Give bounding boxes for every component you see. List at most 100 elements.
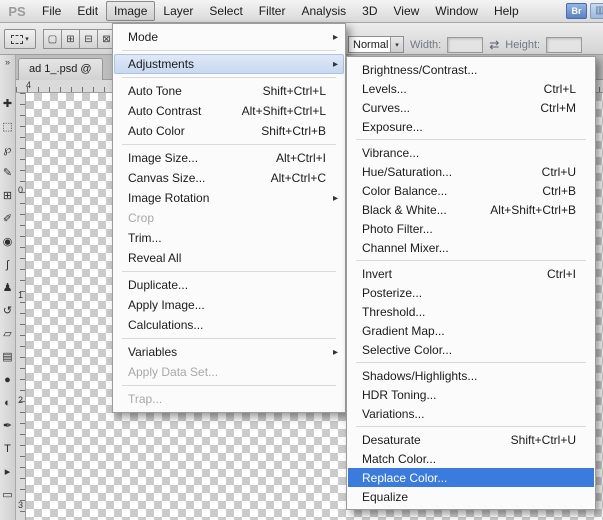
launch-bridge-button[interactable]: Br: [566, 3, 587, 19]
menu-item-shortcut: Ctrl+B: [542, 183, 576, 198]
menu-item-shadows-highlights[interactable]: Shadows/Highlights...: [348, 366, 594, 385]
menu-item-image-size[interactable]: Image Size... Alt+Ctrl+I: [114, 148, 344, 168]
menubar-item-view[interactable]: View: [385, 0, 427, 22]
combo-arrow-icon: ▾: [390, 37, 403, 52]
rectangle-tool[interactable]: ▭: [0, 483, 15, 506]
history-brush-tool[interactable]: ↺: [0, 299, 15, 322]
move-tool[interactable]: ✚: [0, 92, 15, 115]
menu-item-hdr-toning[interactable]: HDR Toning...: [348, 385, 594, 404]
menu-item-reveal-all[interactable]: Reveal All: [114, 248, 344, 268]
type-tool[interactable]: T: [0, 437, 15, 460]
new-selection-button[interactable]: ▢: [43, 29, 62, 49]
tool-preset-dropdown[interactable]: ▾: [4, 29, 36, 49]
menu-item-label: Curves...: [362, 100, 411, 115]
clone-stamp-tool[interactable]: ♟: [0, 276, 15, 299]
menubar-item-select[interactable]: Select: [201, 0, 250, 22]
brush-tool[interactable]: ʃ: [0, 253, 15, 276]
crop-tool-icon: ⊞: [2, 190, 13, 202]
lasso-tool-icon: ℘: [3, 144, 12, 156]
gradient-tool[interactable]: ▤: [0, 345, 15, 368]
menu-item-shortcut: Ctrl+L: [543, 81, 576, 96]
eyedropper-tool[interactable]: ✐: [0, 207, 15, 230]
menubar-item-help[interactable]: Help: [486, 0, 527, 22]
menu-item-replace-color[interactable]: Replace Color...: [348, 468, 594, 487]
menubar-item-analysis[interactable]: Analysis: [293, 0, 354, 22]
menu-item-trim[interactable]: Trim...: [114, 228, 344, 248]
menu-item-desaturate[interactable]: Desaturate Shift+Ctrl+U: [348, 430, 594, 449]
menu-item-image-rotation[interactable]: Image Rotation ▸: [114, 188, 344, 208]
vertical-ruler-number: 2: [17, 395, 23, 405]
add-to-selection-button[interactable]: ⊞: [61, 29, 80, 49]
menu-item-label: Adjustments: [128, 57, 195, 71]
document-tab[interactable]: ad 1_.psd @: [18, 58, 103, 80]
swap-dimensions-icon[interactable]: ⇄: [489, 38, 499, 52]
menu-item-color-balance[interactable]: Color Balance... Ctrl+B: [348, 181, 594, 200]
menu-item-mode[interactable]: Mode ▸: [114, 27, 344, 47]
width-input[interactable]: [447, 36, 484, 53]
menu-item-threshold[interactable]: Threshold...: [348, 302, 594, 321]
menu-item-shortcut: Shift+Ctrl+B: [261, 124, 326, 138]
blur-tool[interactable]: ●: [0, 368, 15, 391]
lasso-tool[interactable]: ℘: [0, 138, 15, 161]
pen-tool[interactable]: ✒: [0, 414, 15, 437]
crop-tool[interactable]: ⊞: [0, 184, 15, 207]
menu-separator: [122, 271, 336, 272]
menu-item-black-white[interactable]: Black & White... Alt+Shift+Ctrl+B: [348, 200, 594, 219]
menu-item-auto-color[interactable]: Auto Color Shift+Ctrl+B: [114, 121, 344, 141]
subtract-from-selection-button[interactable]: ⊟: [79, 29, 98, 49]
menu-item-canvas-size[interactable]: Canvas Size... Alt+Ctrl+C: [114, 168, 344, 188]
add-to-selection-button-icon: ⊞: [66, 33, 75, 45]
vertical-ruler-number: 3: [17, 500, 23, 510]
menu-item-match-color[interactable]: Match Color...: [348, 449, 594, 468]
quick-selection-tool[interactable]: ✎: [0, 161, 15, 184]
workspace-switcher-button[interactable]: ▥: [590, 3, 603, 19]
menu-item-gradient-map[interactable]: Gradient Map...: [348, 321, 594, 340]
menu-item-invert[interactable]: Invert Ctrl+I: [348, 264, 594, 283]
menu-item-calculations[interactable]: Calculations...: [114, 315, 344, 335]
menu-item-adjustments[interactable]: Adjustments ▸: [114, 54, 344, 74]
menu-item-brightness-contrast[interactable]: Brightness/Contrast...: [348, 60, 594, 79]
menu-item-label: Levels...: [362, 81, 407, 96]
menu-item-duplicate[interactable]: Duplicate...: [114, 275, 344, 295]
menubar-item-edit[interactable]: Edit: [69, 0, 106, 22]
menu-bar: PS File Edit Image Layer Select Filter Analysi…: [0, 0, 603, 23]
menubar-item-3d[interactable]: 3D: [354, 0, 385, 22]
menu-item-vibrance[interactable]: Vibrance...: [348, 143, 594, 162]
menu-item-trap: Trap...: [114, 389, 344, 409]
menu-item-crop: Crop: [114, 208, 344, 228]
rectangular-marquee-tool[interactable]: ⬚: [0, 115, 15, 138]
menu-item-label: Channel Mixer...: [362, 240, 449, 255]
menubar-item-layer[interactable]: Layer: [155, 0, 201, 22]
menu-item-exposure[interactable]: Exposure...: [348, 117, 594, 136]
menu-item-apply-image[interactable]: Apply Image...: [114, 295, 344, 315]
style-select[interactable]: Normal ▾: [348, 36, 404, 53]
menu-item-photo-filter[interactable]: Photo Filter...: [348, 219, 594, 238]
vertical-ruler: 0 1 2 3: [16, 93, 26, 520]
menu-item-posterize[interactable]: Posterize...: [348, 283, 594, 302]
menu-item-levels[interactable]: Levels... Ctrl+L: [348, 79, 594, 98]
height-input[interactable]: [546, 36, 583, 53]
menubar-item-image[interactable]: Image: [106, 1, 156, 21]
collapse-tools-panel-button[interactable]: »: [0, 55, 15, 70]
menu-item-auto-tone[interactable]: Auto Tone Shift+Ctrl+L: [114, 81, 344, 101]
menu-item-selective-color[interactable]: Selective Color...: [348, 340, 594, 359]
menu-item-hue-saturation[interactable]: Hue/Saturation... Ctrl+U: [348, 162, 594, 181]
options-right-group: Normal ▾ Width: ⇄ Height:: [348, 36, 583, 53]
rectangular-marquee-icon: [11, 34, 24, 44]
photoshop-logo: PS: [8, 3, 26, 19]
dodge-tool[interactable]: ◐: [0, 391, 15, 414]
menu-item-equalize[interactable]: Equalize: [348, 487, 594, 506]
menu-item-label: HDR Toning...: [362, 387, 437, 402]
eraser-tool[interactable]: ▱: [0, 322, 15, 345]
path-selection-tool[interactable]: ▸: [0, 460, 15, 483]
spot-healing-brush-tool[interactable]: ◉: [0, 230, 15, 253]
menu-item-label: Shadows/Highlights...: [362, 368, 478, 383]
menu-item-variations[interactable]: Variations...: [348, 404, 594, 423]
menu-item-curves[interactable]: Curves... Ctrl+M: [348, 98, 594, 117]
menubar-item-filter[interactable]: Filter: [251, 0, 294, 22]
menubar-item-window[interactable]: Window: [427, 0, 486, 22]
menu-item-channel-mixer[interactable]: Channel Mixer...: [348, 238, 594, 257]
menubar-item-file[interactable]: File: [34, 0, 69, 22]
menu-item-auto-contrast[interactable]: Auto Contrast Alt+Shift+Ctrl+L: [114, 101, 344, 121]
menu-item-variables[interactable]: Variables ▸: [114, 342, 344, 362]
